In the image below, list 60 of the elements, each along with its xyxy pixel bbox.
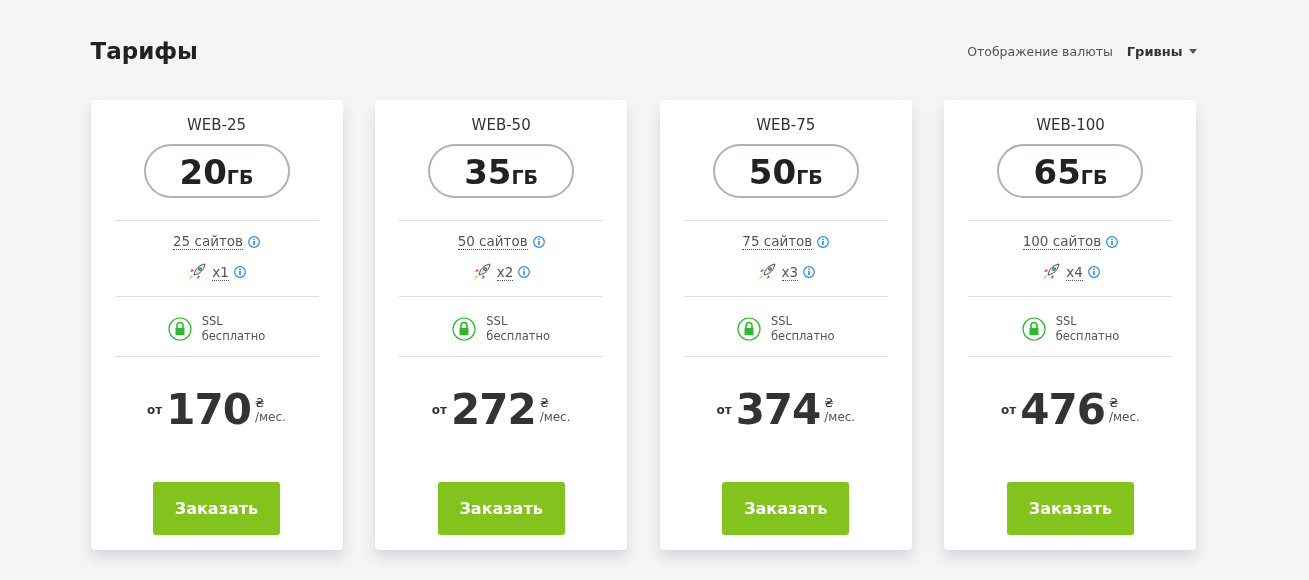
disk-size-badge: 50ГБ bbox=[712, 144, 859, 198]
rocket-icon bbox=[1041, 262, 1062, 282]
price-period: /мес. bbox=[255, 409, 286, 424]
info-icon[interactable] bbox=[248, 235, 260, 248]
ssl-note: бесплатно bbox=[770, 329, 835, 344]
lock-icon bbox=[452, 317, 477, 341]
plan-name: WEB-50 bbox=[471, 116, 531, 134]
lock-icon bbox=[1021, 317, 1046, 341]
ssl-note: бесплатно bbox=[201, 329, 266, 344]
price-prefix: от bbox=[1001, 402, 1017, 417]
speed-factor[interactable]: x3 bbox=[781, 263, 799, 281]
lock-icon bbox=[167, 317, 192, 341]
speed-factor[interactable]: x4 bbox=[1066, 263, 1083, 281]
info-icon[interactable] bbox=[233, 266, 246, 278]
sites-count[interactable]: 25 сайтов bbox=[173, 233, 243, 250]
ssl-label: SSL bbox=[770, 314, 793, 329]
price-period: /мес. bbox=[1108, 409, 1140, 424]
currency-label: Отображение валюты bbox=[967, 43, 1113, 59]
info-icon[interactable] bbox=[532, 235, 545, 248]
price-prefix: от bbox=[431, 402, 447, 417]
ssl-note: бесплатно bbox=[1055, 329, 1120, 344]
ssl-label: SSL bbox=[201, 314, 224, 329]
ssl-label: SSL bbox=[486, 314, 509, 329]
price-value: 374 bbox=[735, 385, 821, 434]
plan-name: WEB-75 bbox=[756, 116, 816, 134]
currency-sign: ₴ bbox=[255, 395, 266, 410]
currency-sign: ₴ bbox=[539, 395, 550, 410]
sites-count[interactable]: 100 сайтов bbox=[1022, 233, 1102, 250]
currency-sign: ₴ bbox=[824, 395, 835, 410]
ssl-note: бесплатно bbox=[486, 329, 550, 344]
ssl-label: SSL bbox=[1055, 314, 1078, 329]
info-icon[interactable] bbox=[1106, 235, 1119, 248]
sites-count[interactable]: 75 сайтов bbox=[742, 233, 813, 250]
currency-dropdown[interactable]: Гривны bbox=[1126, 43, 1197, 59]
price-value: 170 bbox=[166, 385, 251, 434]
price-period: /мес. bbox=[824, 409, 856, 424]
price-prefix: от bbox=[716, 402, 732, 417]
caret-icon bbox=[1188, 48, 1197, 54]
disk-size-badge: 65ГБ bbox=[997, 144, 1144, 198]
price-value: 476 bbox=[1020, 385, 1105, 434]
plan-name: WEB-100 bbox=[1036, 116, 1105, 134]
price-period: /мес. bbox=[539, 409, 571, 424]
sites-count[interactable]: 50 сайтов bbox=[457, 233, 528, 250]
rocket-icon bbox=[187, 262, 208, 282]
info-icon[interactable] bbox=[817, 235, 830, 248]
page-title: Тарифы bbox=[90, 38, 198, 64]
rocket-icon bbox=[471, 262, 492, 282]
info-icon[interactable] bbox=[1087, 266, 1100, 278]
speed-factor[interactable]: x1 bbox=[212, 263, 229, 281]
plan-name: WEB-25 bbox=[186, 116, 247, 134]
lock-icon bbox=[736, 317, 761, 341]
price-prefix: от bbox=[147, 402, 163, 417]
rocket-icon bbox=[756, 262, 777, 282]
info-icon[interactable] bbox=[803, 266, 816, 278]
price-value: 272 bbox=[450, 385, 536, 434]
speed-factor[interactable]: x2 bbox=[496, 263, 514, 281]
currency-sign: ₴ bbox=[1108, 395, 1120, 410]
info-icon[interactable] bbox=[518, 266, 531, 278]
disk-size-badge: 20ГБ bbox=[143, 144, 290, 198]
disk-size-badge: 35 ГБ bbox=[428, 144, 575, 198]
